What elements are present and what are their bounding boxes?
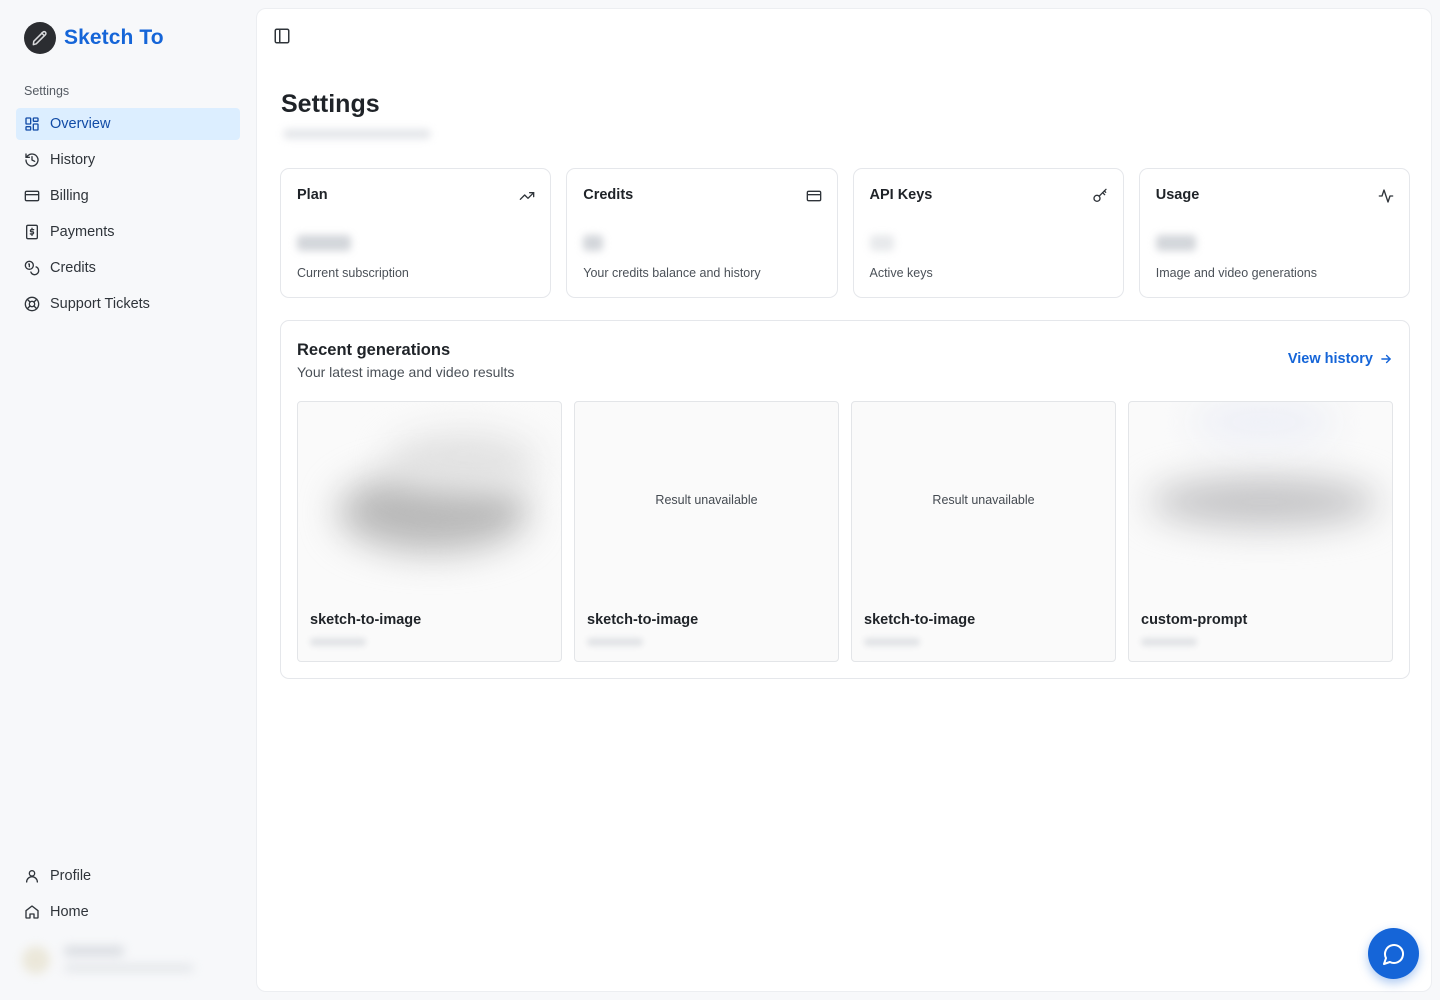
generation-card[interactable]: Result unavailable sketch-to-image (851, 401, 1116, 662)
generation-card[interactable]: Result unavailable sketch-to-image (574, 401, 839, 662)
api-keys-card: API Keys Active keys (852, 168, 1124, 298)
sidebar-item-support-tickets[interactable]: Support Tickets (16, 288, 240, 320)
generation-name: sketch-to-image (310, 612, 422, 628)
user-name-redacted (64, 946, 124, 956)
generation-name: sketch-to-image (587, 612, 699, 628)
sidebar-item-billing[interactable]: Billing (16, 180, 240, 212)
page-subtitle-redacted (283, 129, 431, 139)
sidebar-nav: Overview History Billing Payments Credit… (16, 108, 240, 324)
generation-card[interactable]: custom-prompt (1128, 401, 1393, 662)
layout-grid-icon (25, 117, 39, 131)
card-title: API Keys (869, 187, 933, 203)
generation-thumbnail-blurred (1129, 402, 1392, 602)
api-keys-value-redacted (869, 235, 894, 251)
page-title: Settings (281, 90, 380, 118)
life-buoy-icon (24, 296, 40, 312)
brand-name: Sketch To (64, 26, 164, 49)
view-history-label: View history (1287, 351, 1373, 367)
section-title: Recent generations (297, 341, 451, 359)
main-panel: Settings Plan Current subscription Credi… (256, 8, 1432, 992)
chat-support-button[interactable] (1368, 928, 1419, 979)
stat-cards: Plan Current subscription Credits Your c… (280, 168, 1410, 298)
usage-value-redacted (1155, 235, 1196, 251)
user-email-redacted (64, 964, 194, 972)
brand[interactable]: Sketch To (24, 22, 164, 54)
card-title: Plan (297, 187, 328, 203)
sidebar-item-label: Overview (50, 116, 111, 132)
card-description: Your credits balance and history (583, 266, 761, 280)
generation-card[interactable]: sketch-to-image (297, 401, 562, 662)
credits-value-redacted (583, 235, 604, 251)
home-icon (25, 905, 39, 919)
sidebar-item-label: Payments (50, 224, 115, 240)
generation-name: sketch-to-image (864, 612, 976, 628)
generation-grid: sketch-to-image Result unavailable sketc… (297, 401, 1393, 662)
plan-card: Plan Current subscription (280, 168, 552, 298)
recent-generations: Recent generations Your latest image and… (280, 320, 1410, 679)
card-description: Active keys (869, 266, 933, 280)
card-title: Credits (583, 187, 634, 203)
sidebar-item-label: Credits (50, 260, 96, 276)
key-icon (1093, 188, 1107, 202)
usage-card: Usage Image and video generations (1138, 168, 1410, 298)
sidebar-item-home[interactable]: Home (16, 896, 240, 928)
sidebar-item-label: Billing (50, 188, 89, 204)
receipt-dollar-icon (26, 224, 38, 240)
result-unavailable-text: Result unavailable (932, 493, 1035, 507)
section-subtitle: Your latest image and video results (297, 364, 515, 380)
plan-value-redacted (297, 235, 351, 251)
sidebar: Sketch To Settings Overview History Bill… (0, 0, 256, 1000)
card-title: Usage (1155, 187, 1200, 203)
avatar (22, 946, 50, 974)
credits-card: Credits Your credits balance and history (566, 168, 838, 298)
sidebar-item-label: Home (50, 904, 89, 920)
card-description: Image and video generations (1155, 266, 1317, 280)
sidebar-item-label: Support Tickets (50, 296, 150, 312)
card-description: Current subscription (297, 266, 409, 280)
result-unavailable-text: Result unavailable (655, 493, 758, 507)
generation-date-redacted (310, 638, 366, 646)
arrow-right-icon (1381, 354, 1391, 364)
generation-thumbnail-blurred (298, 402, 561, 602)
user-account-redacted[interactable] (22, 936, 202, 982)
sidebar-section-label: Settings (24, 84, 70, 98)
credit-card-icon (806, 190, 821, 202)
sidebar-item-label: History (50, 152, 96, 168)
activity-icon (1378, 189, 1394, 203)
generation-name: custom-prompt (1141, 612, 1248, 628)
panel-left-icon (274, 28, 290, 44)
app-root: Sketch To Settings Overview History Bill… (0, 0, 1440, 1000)
view-history-link[interactable]: View history (1288, 351, 1393, 367)
message-circle-icon (1382, 943, 1404, 965)
generation-date-redacted (1141, 638, 1197, 646)
sidebar-toggle-button[interactable] (273, 27, 293, 47)
coins-icon (24, 260, 40, 276)
user-icon (26, 870, 38, 883)
sidebar-item-payments[interactable]: Payments (16, 216, 240, 248)
pencil-logo-icon (24, 22, 56, 54)
trending-up-icon (519, 192, 535, 200)
sidebar-item-overview[interactable]: Overview (16, 108, 240, 140)
credit-card-icon (24, 190, 40, 202)
sidebar-bottom-nav: Profile Home (16, 860, 240, 932)
generation-date-redacted (587, 638, 643, 646)
generation-date-redacted (864, 638, 920, 646)
sidebar-item-profile[interactable]: Profile (16, 860, 240, 892)
history-icon (25, 153, 39, 167)
sidebar-item-credits[interactable]: Credits (16, 252, 240, 284)
sidebar-item-history[interactable]: History (16, 144, 240, 176)
sidebar-item-label: Profile (50, 868, 92, 884)
